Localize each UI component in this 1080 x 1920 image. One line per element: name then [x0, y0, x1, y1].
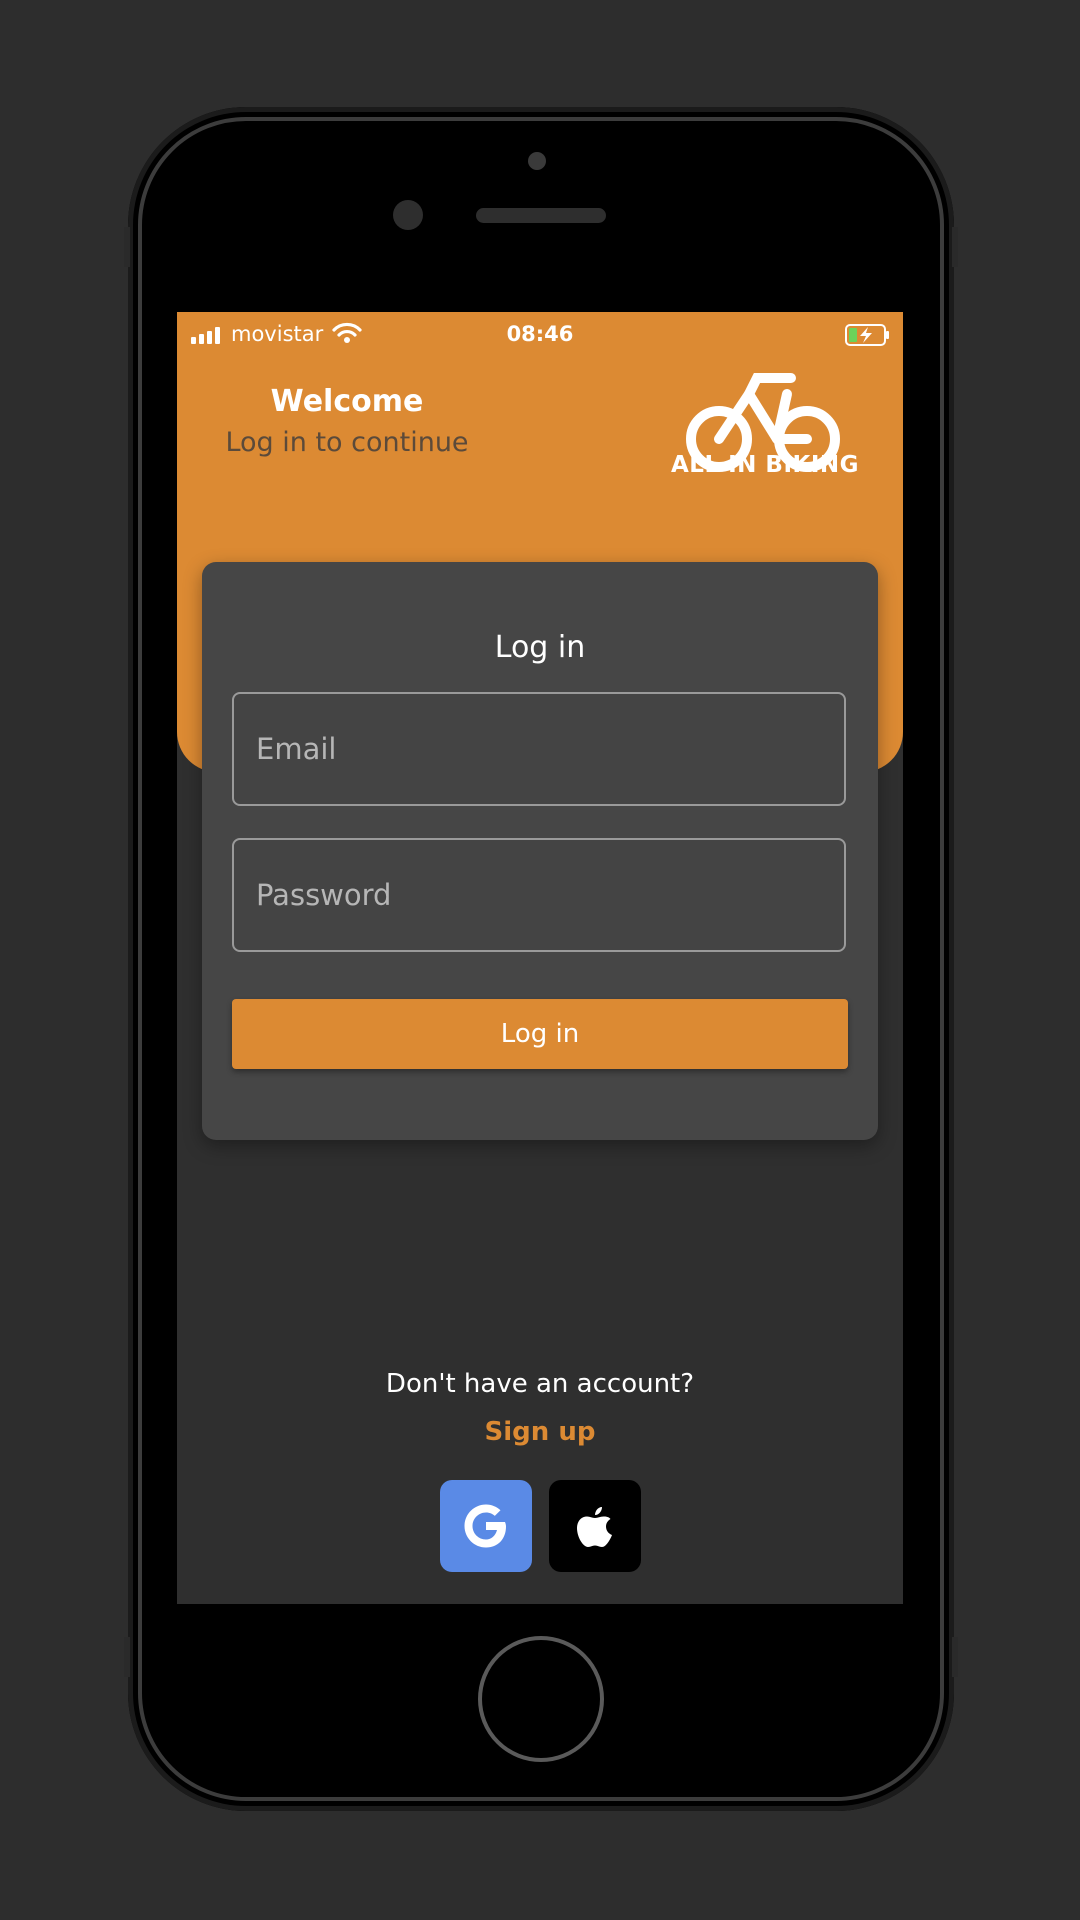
side-button [952, 227, 958, 267]
signup-link[interactable]: Sign up [177, 1417, 903, 1447]
no-account-text: Don't have an account? [385, 1369, 695, 1399]
login-card: Log in Log in [202, 562, 878, 1140]
password-field-container [232, 838, 846, 952]
side-button [952, 1637, 958, 1677]
home-button[interactable] [478, 1636, 604, 1762]
email-field[interactable] [234, 694, 844, 804]
google-signin-button[interactable] [440, 1480, 532, 1572]
password-field[interactable] [234, 840, 844, 950]
front-camera [393, 200, 423, 230]
apple-icon [577, 1507, 612, 1547]
earpiece-speaker [476, 208, 606, 223]
apple-signin-button[interactable] [549, 1480, 641, 1572]
google-icon [464, 1504, 506, 1548]
logo-text: ALL IN BIKING [670, 452, 860, 478]
side-button [124, 1637, 130, 1677]
proximity-sensor [528, 152, 546, 170]
email-field-container [232, 692, 846, 806]
welcome-subtitle: Log in to continue [225, 427, 469, 458]
login-button[interactable]: Log in [232, 999, 848, 1069]
status-time: 08:46 [506, 322, 574, 346]
app-screen: movistar 08:46 Welcome Log in to continu… [177, 312, 903, 1604]
side-button [124, 227, 130, 267]
page-background: movistar 08:46 Welcome Log in to continu… [0, 0, 1080, 1920]
login-title: Log in [494, 630, 586, 665]
status-bar: movistar 08:46 [177, 312, 903, 356]
welcome-title: Welcome [270, 384, 424, 419]
battery-charging-icon [845, 324, 889, 346]
